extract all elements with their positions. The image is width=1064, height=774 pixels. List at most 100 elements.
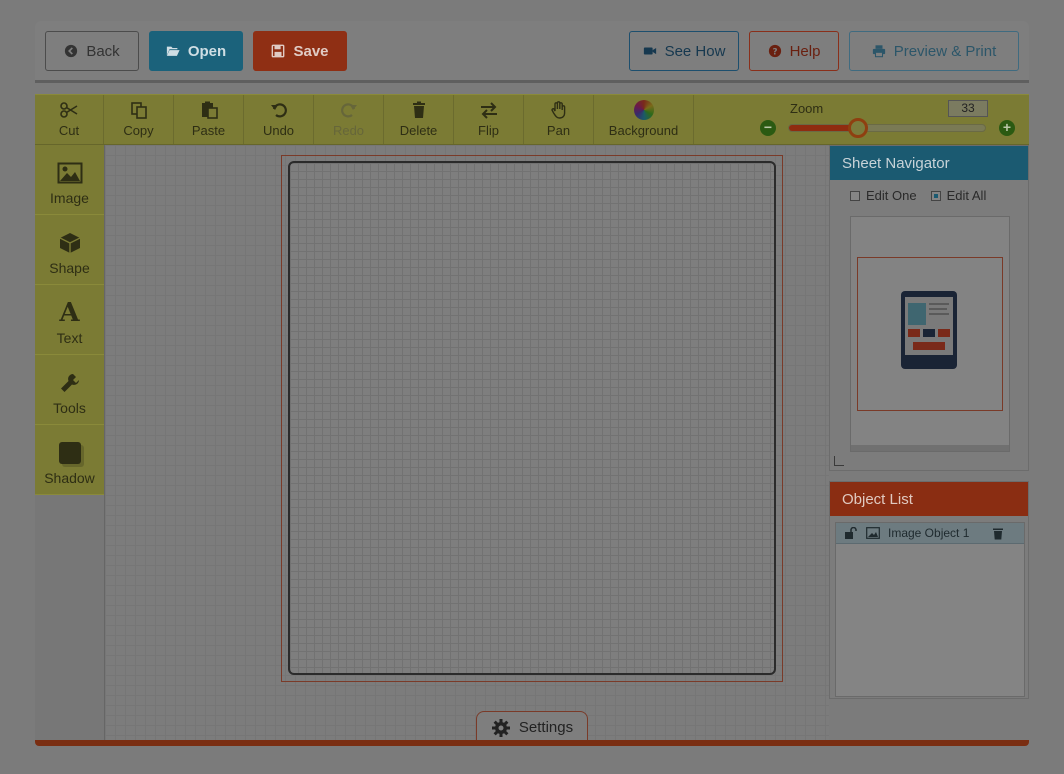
shadow-tool-label: Shadow [44, 470, 95, 486]
tablet-thumbnail [901, 291, 957, 369]
help-button[interactable]: ? Help [749, 31, 839, 71]
edit-all-checkbox[interactable] [930, 190, 941, 201]
image-icon [866, 527, 880, 539]
printer-icon [872, 45, 885, 58]
wrench-icon [57, 370, 83, 396]
shadow-tool-button[interactable]: Shadow [35, 425, 104, 495]
designer-app: Back Open Save See How ? Help Preview & … [35, 21, 1029, 746]
insert-panel: Image Shape A Text Tools Shadow [35, 145, 105, 740]
tablet-thumbnail-screen [905, 297, 953, 355]
back-button-label: Back [86, 42, 120, 60]
folder-open-icon [166, 46, 180, 56]
undo-tool[interactable]: Undo [244, 95, 314, 144]
edit-all-label: Edit All [946, 188, 987, 203]
gear-icon [491, 718, 510, 737]
shape-tool-label: Shape [49, 260, 90, 276]
settings-button[interactable]: Settings [476, 711, 588, 743]
flip-tool[interactable]: Flip [454, 95, 524, 144]
tools-tool-label: Tools [53, 400, 86, 416]
redo-icon [339, 100, 359, 120]
edit-one-option[interactable]: Edit One [850, 188, 917, 203]
redo-tool[interactable]: Redo [314, 95, 384, 144]
flip-arrows-icon [479, 100, 499, 120]
zoom-out-button[interactable]: − [760, 120, 776, 136]
edit-all-option[interactable]: Edit All [930, 188, 987, 203]
edit-one-label: Edit One [866, 188, 917, 203]
trash-icon[interactable] [992, 527, 1004, 540]
zoom-slider[interactable] [788, 118, 986, 138]
zoom-label: Zoom [790, 101, 824, 116]
question-circle-icon: ? [768, 44, 781, 58]
navigator-preview[interactable] [850, 216, 1010, 452]
sheet-navigator-panel: Sheet Navigator Edit One Edit All [829, 145, 1029, 471]
paste-icon [199, 100, 219, 120]
scissors-icon [59, 100, 79, 120]
object-list-panel: Object List Image Object 1 [829, 481, 1029, 699]
object-list-title: Object List [830, 482, 1028, 516]
zoom-in-button[interactable]: + [999, 120, 1015, 136]
cut-label: Cut [58, 123, 80, 138]
edit-toolbar: Cut Copy Paste Undo Redo Delete Flip Pan… [35, 94, 1029, 145]
edit-one-checkbox[interactable] [850, 190, 860, 201]
hand-icon [549, 100, 569, 120]
undo-label: Undo [262, 123, 295, 138]
delete-label: Delete [399, 123, 438, 138]
letter-a-icon: A [59, 298, 80, 328]
open-button[interactable]: Open [149, 31, 243, 71]
trash-icon [409, 100, 429, 120]
delete-tool[interactable]: Delete [384, 95, 454, 144]
background-tool[interactable]: Background [594, 95, 694, 144]
shadow-square-icon [57, 440, 83, 466]
floppy-disk-icon [272, 44, 285, 58]
object-item-label: Image Object 1 [888, 526, 970, 540]
design-canvas[interactable] [288, 161, 776, 675]
redo-label: Redo [332, 123, 365, 138]
copy-label: Copy [123, 123, 154, 138]
header-bar: Back Open Save See How ? Help Preview & … [35, 21, 1029, 83]
cube-icon [57, 230, 83, 256]
arrow-left-circle-icon [65, 44, 78, 58]
image-tool-label: Image [50, 190, 89, 206]
text-tool-button[interactable]: A Text [35, 285, 104, 355]
pan-label: Pan [546, 123, 571, 138]
tools-tool-button[interactable]: Tools [35, 355, 104, 425]
pan-tool[interactable]: Pan [524, 95, 594, 144]
paste-label: Paste [191, 123, 226, 138]
save-button[interactable]: Save [253, 31, 347, 71]
video-camera-icon [643, 47, 656, 55]
zoom-value-input[interactable]: 33 [948, 100, 988, 117]
text-tool-label: Text [56, 330, 83, 346]
navigator-scrollbar[interactable] [851, 445, 1009, 451]
see-how-button[interactable]: See How [629, 31, 739, 71]
object-list-box: Image Object 1 [835, 522, 1025, 697]
edit-mode-options: Edit One Edit All [830, 180, 1028, 203]
copy-tool[interactable]: Copy [104, 95, 174, 144]
footer-accent-bar [35, 740, 1029, 746]
svg-text:?: ? [772, 48, 777, 58]
undo-icon [269, 100, 289, 120]
unlock-icon[interactable] [844, 527, 858, 539]
paste-tool[interactable]: Paste [174, 95, 244, 144]
image-icon [57, 160, 83, 186]
zoom-slider-handle[interactable] [848, 118, 868, 138]
open-button-label: Open [187, 42, 227, 60]
shape-tool-button[interactable]: Shape [35, 215, 104, 285]
image-tool-button[interactable]: Image [35, 145, 104, 215]
settings-label: Settings [518, 719, 574, 736]
preview-print-button[interactable]: Preview & Print [849, 31, 1019, 71]
resize-corner-icon[interactable] [834, 456, 844, 466]
sheet-navigator-title: Sheet Navigator [830, 146, 1028, 180]
see-how-button-label: See How [664, 42, 726, 60]
object-list-item[interactable]: Image Object 1 [836, 523, 1024, 544]
background-label: Background [608, 123, 679, 138]
flip-label: Flip [478, 123, 499, 138]
cut-tool[interactable]: Cut [35, 95, 104, 144]
color-wheel-icon [633, 100, 654, 120]
copy-icon [129, 100, 149, 120]
help-button-label: Help [789, 42, 821, 60]
back-button[interactable]: Back [45, 31, 139, 71]
design-workspace [105, 145, 829, 740]
navigator-viewport-frame[interactable] [857, 257, 1003, 411]
save-button-label: Save [293, 42, 329, 60]
preview-print-button-label: Preview & Print [893, 42, 997, 60]
